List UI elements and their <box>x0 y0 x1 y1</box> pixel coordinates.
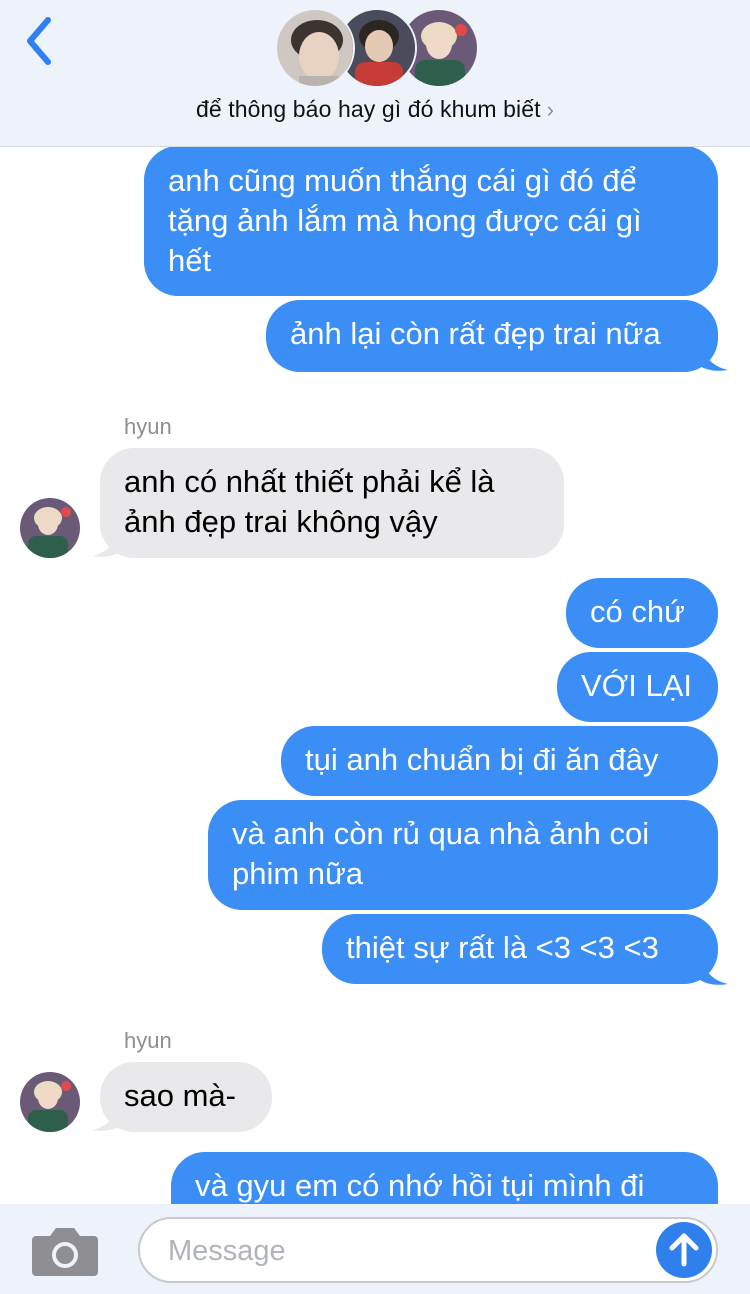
sender-name: hyun <box>124 1028 172 1053</box>
outgoing-message[interactable]: VỚI LẠI <box>557 652 718 722</box>
sender-avatar[interactable] <box>20 498 80 558</box>
message-line: có chứ <box>590 594 685 629</box>
message-line: ảnh đẹp trai không vậy <box>124 504 438 539</box>
outgoing-message[interactable]: có chứ <box>566 578 718 648</box>
bubble-tail <box>92 522 120 557</box>
sender-name: hyun <box>124 414 172 439</box>
message-line: anh có nhất thiết phải kể là <box>124 464 495 499</box>
message-line: tặng ảnh lắm mà hong được cái gì <box>168 203 642 238</box>
chevron-right-icon: › <box>546 97 555 122</box>
conversation-header: để thông báo hay gì đó khum biết › <box>0 0 750 147</box>
outgoing-message[interactable]: anh cũng muốn thắng cái gì đó để tặng ản… <box>144 146 718 296</box>
outgoing-message[interactable]: tụi anh chuẩn bị đi ăn đây <box>281 726 718 796</box>
group-avatar-1 <box>275 8 355 88</box>
bubble-tail <box>700 336 728 371</box>
message-line: VỚI LẠI <box>581 668 693 703</box>
outgoing-message[interactable]: ảnh lại còn rất đẹp trai nữa <box>266 300 718 372</box>
group-avatars[interactable] <box>275 8 480 92</box>
message-line: và gyu em có nhớ hồi tụi mình đi <box>195 1168 645 1203</box>
message-line: sao mà- <box>124 1078 236 1113</box>
message-input[interactable] <box>166 1227 650 1275</box>
outgoing-message[interactable]: thiệt sự rất là <3 <3 <3 <box>322 914 718 984</box>
message-line: phim nữa <box>232 856 364 891</box>
message-line: anh cũng muốn thắng cái gì đó để <box>168 163 637 198</box>
group-name-text: để thông báo hay gì đó khum biết <box>195 96 541 122</box>
bubble-tail <box>700 950 728 985</box>
message-line: hết <box>168 243 212 278</box>
camera-icon[interactable] <box>30 1220 100 1280</box>
message-line: ảnh lại còn rất đẹp trai nữa <box>290 316 661 351</box>
chevron-left-icon[interactable] <box>20 14 60 68</box>
message-thread[interactable]: anh cũng muốn thắng cái gì đó để tặng ản… <box>0 146 750 1204</box>
incoming-message[interactable]: anh có nhất thiết phải kể là ảnh đẹp tra… <box>100 448 564 558</box>
incoming-message[interactable]: sao mà- <box>100 1062 272 1132</box>
message-line: và anh còn rủ qua nhà ảnh coi <box>232 816 650 851</box>
arrow-up-icon <box>669 1233 699 1267</box>
bubble-tail <box>92 1096 120 1131</box>
group-name[interactable]: để thông báo hay gì đó khum biết › <box>0 96 750 123</box>
sender-avatar[interactable] <box>20 1072 80 1132</box>
composer-bar <box>0 1204 750 1294</box>
message-input-field[interactable] <box>138 1217 718 1283</box>
outgoing-message[interactable]: và anh còn rủ qua nhà ảnh coi phim nữa <box>208 800 718 910</box>
outgoing-message[interactable]: và gyu em có nhớ hồi tụi mình đi <box>171 1152 718 1204</box>
message-line: tụi anh chuẩn bị đi ăn đây <box>305 742 659 777</box>
send-button[interactable] <box>656 1222 712 1278</box>
message-line: thiệt sự rất là <3 <3 <3 <box>346 930 659 965</box>
